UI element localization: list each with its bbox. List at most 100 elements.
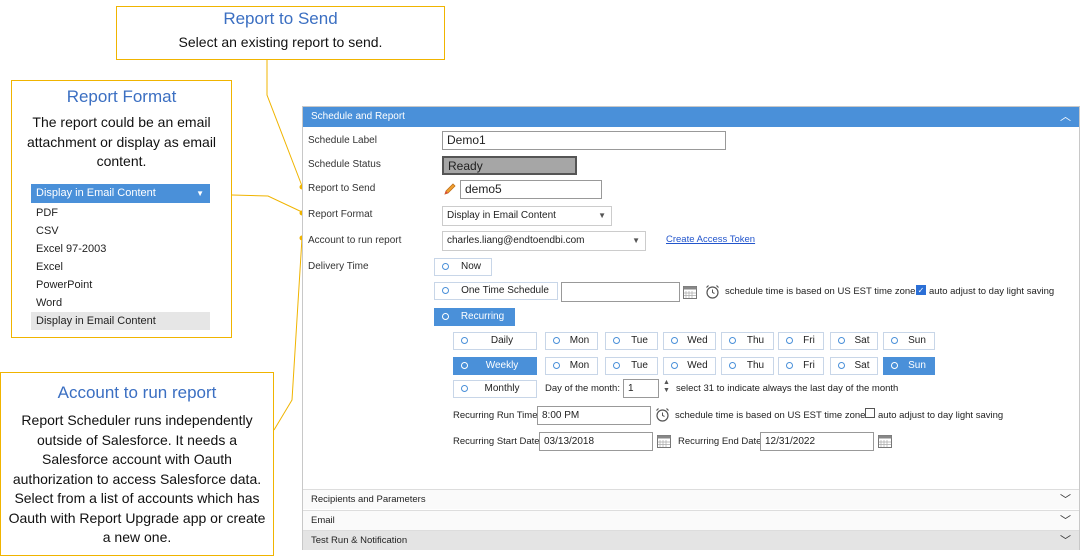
format-option[interactable]: CSV — [31, 222, 210, 240]
panel-title: Schedule and Report — [311, 111, 405, 122]
radio-label: Weekly — [485, 360, 519, 371]
radio-dot — [442, 263, 449, 270]
create-access-token-link[interactable]: Create Access Token — [666, 234, 755, 245]
chevron-down-icon[interactable]: ﹀ — [1060, 531, 1071, 551]
format-option[interactable]: PowerPoint — [31, 276, 210, 294]
stepper-arrows-icon[interactable]: ▲ ▼ — [663, 379, 670, 395]
radio-dot — [553, 337, 560, 344]
section-email[interactable]: Email ﹀ — [303, 510, 1079, 530]
day-of-month-label: Day of the month: — [545, 383, 620, 394]
day-label: Sun — [908, 335, 926, 346]
account-select[interactable]: charles.liang@endtoendbi.com ▼ — [442, 231, 646, 251]
callout-title: Report to Send — [223, 9, 338, 28]
section-recipients[interactable]: Recipients and Parameters ﹀ — [303, 489, 1079, 509]
radio-dot — [838, 362, 845, 369]
day-label: Thu — [746, 335, 765, 346]
day-sun-selected[interactable]: Sun — [883, 357, 935, 375]
label-schedule-status: Schedule Status — [308, 159, 381, 170]
schedule-panel: Schedule and Report ︿ Schedule Label Sch… — [302, 106, 1080, 550]
format-option[interactable]: Excel 97-2003 — [31, 240, 210, 258]
day-sat[interactable]: Sat — [830, 357, 878, 375]
radio-dot — [838, 337, 845, 344]
day-thu[interactable]: Thu — [721, 357, 774, 375]
day-fri[interactable]: Fri — [778, 332, 824, 350]
day-label: Tue — [631, 335, 648, 346]
pencil-icon[interactable] — [443, 182, 457, 196]
day-label: Thu — [746, 360, 765, 371]
one-time-datetime-input[interactable] — [561, 282, 680, 302]
day-wed[interactable]: Wed — [663, 332, 716, 350]
callout-title: Account to run report — [57, 383, 217, 402]
radio-recurring[interactable]: Recurring — [434, 308, 515, 326]
section-test-run[interactable]: Test Run & Notification ﹀ — [303, 530, 1079, 550]
day-thu[interactable]: Thu — [721, 332, 774, 350]
select-value: charles.liang@endtoendbi.com — [447, 235, 585, 246]
callout-account: Account to run report Report Scheduler r… — [0, 372, 274, 556]
schedule-label-input[interactable]: Demo1 — [442, 131, 726, 150]
day-sat[interactable]: Sat — [830, 332, 878, 350]
run-time-label: Recurring Run Time — [453, 410, 538, 421]
day-label: Sat — [854, 335, 870, 346]
day-of-month-input[interactable]: 1 — [623, 379, 659, 398]
callout-body: Select an existing report to send. — [178, 34, 383, 50]
format-options-list: PDF CSV Excel 97-2003 Excel PowerPoint W… — [31, 204, 210, 330]
end-date-input[interactable]: 12/31/2022 — [760, 432, 874, 451]
radio-monthly[interactable]: Monthly — [453, 380, 537, 398]
radio-label: Monthly — [484, 383, 520, 394]
day-label: Mon — [569, 360, 590, 371]
alarm-clock-icon[interactable] — [705, 284, 720, 299]
section-title: Test Run & Notification — [311, 535, 408, 546]
radio-now[interactable]: Now — [434, 258, 492, 276]
radio-dot — [442, 287, 449, 294]
report-to-send-input[interactable]: demo5 — [460, 180, 602, 199]
day-label: Wed — [687, 360, 708, 371]
day-mon[interactable]: Mon — [545, 332, 598, 350]
auto-adjust-checkbox-checked[interactable]: ✓ — [916, 285, 926, 295]
radio-dot — [671, 337, 678, 344]
radio-one-time[interactable]: One Time Schedule — [434, 282, 558, 300]
report-format-select[interactable]: Display in Email Content ▼ — [442, 206, 612, 226]
auto-adjust-checkbox[interactable] — [865, 408, 875, 418]
panel-header[interactable]: Schedule and Report ︿ — [303, 107, 1079, 127]
chevron-down-icon[interactable]: ﹀ — [1060, 511, 1071, 531]
day-mon[interactable]: Mon — [545, 357, 598, 375]
chevron-down-icon: ▼ — [598, 211, 606, 220]
alarm-clock-icon[interactable] — [655, 407, 670, 422]
label-report-format: Report Format — [308, 209, 373, 220]
auto-adjust-label: auto adjust to day light saving — [929, 286, 1055, 297]
day-tue[interactable]: Tue — [605, 332, 658, 350]
radio-dot — [891, 337, 898, 344]
day-fri[interactable]: Fri — [778, 357, 824, 375]
label-report-to-send: Report to Send — [308, 183, 376, 194]
run-time-input[interactable]: 8:00 PM — [537, 406, 651, 425]
format-option[interactable]: Word — [31, 294, 210, 312]
calendar-icon[interactable] — [683, 286, 697, 299]
day-label: Fri — [803, 335, 815, 346]
label-delivery-time: Delivery Time — [308, 261, 369, 272]
day-tue[interactable]: Tue — [605, 357, 658, 375]
radio-label: Daily — [490, 335, 514, 346]
day-sun[interactable]: Sun — [883, 332, 935, 350]
radio-weekly[interactable]: Weekly — [453, 357, 537, 375]
calendar-icon[interactable] — [878, 435, 892, 448]
radio-daily[interactable]: Daily — [453, 332, 537, 350]
chevron-up-icon[interactable]: ︿ — [1060, 107, 1071, 127]
chevron-down-icon[interactable]: ﹀ — [1060, 490, 1071, 510]
radio-dot — [786, 337, 793, 344]
radio-label: Now — [460, 261, 481, 272]
callout-title: Report Format — [66, 87, 177, 106]
start-date-input[interactable]: 03/13/2018 — [539, 432, 653, 451]
format-dropdown-selected[interactable]: Display in Email Content ▼ — [31, 184, 210, 203]
end-date-label: Recurring End Date — [678, 436, 762, 447]
format-option-highlighted[interactable]: Display in Email Content — [31, 312, 210, 330]
calendar-icon[interactable] — [657, 435, 671, 448]
radio-dot — [553, 362, 560, 369]
radio-label: One Time Schedule — [461, 285, 549, 296]
format-option[interactable]: PDF — [31, 204, 210, 222]
select-value: Display in Email Content — [447, 210, 556, 221]
radio-dot — [891, 362, 898, 369]
format-option[interactable]: Excel — [31, 258, 210, 276]
day-wed[interactable]: Wed — [663, 357, 716, 375]
radio-dot — [461, 362, 468, 369]
day-label: Fri — [803, 360, 815, 371]
